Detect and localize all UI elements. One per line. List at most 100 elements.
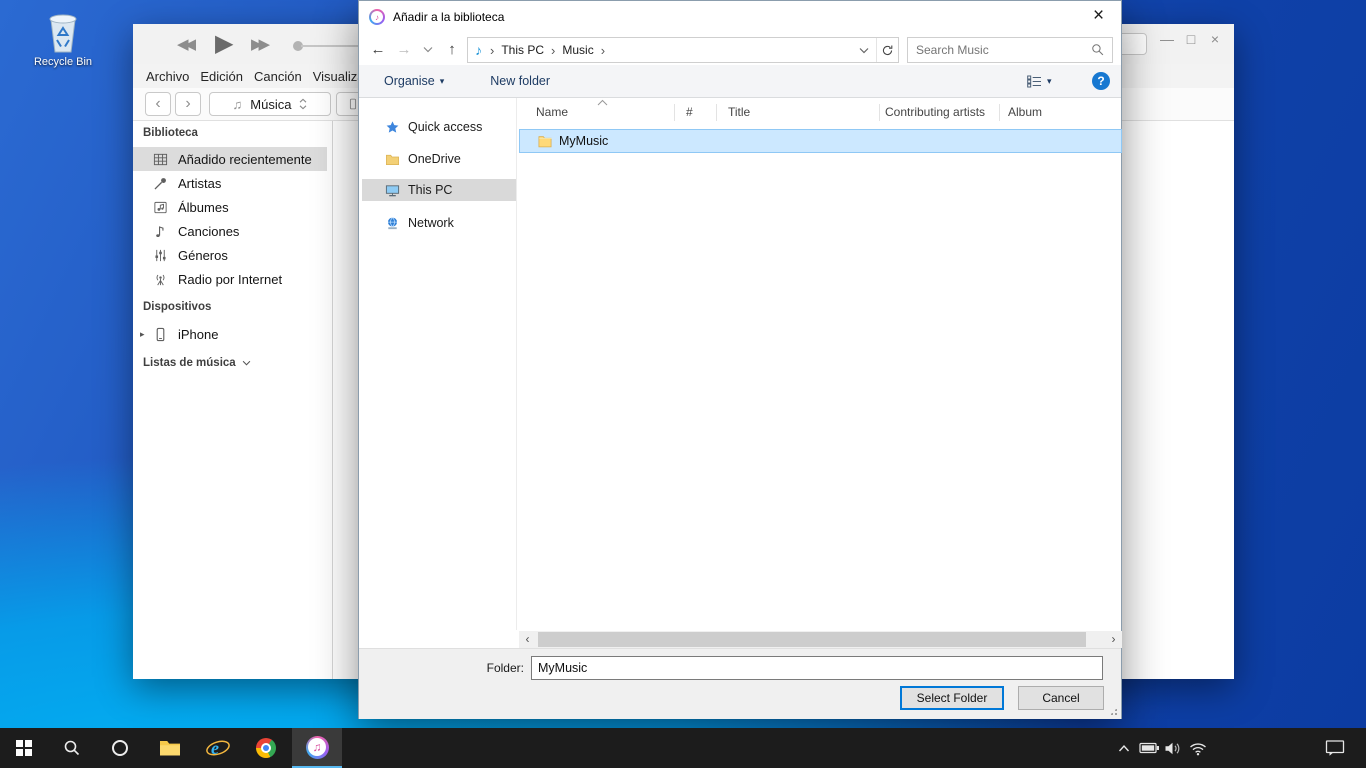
music-note-icon: ♪ (468, 42, 487, 58)
cancel-button[interactable]: Cancel (1018, 686, 1104, 710)
tray-battery[interactable] (1136, 728, 1162, 768)
dialog-footer: Folder: Select Folder Cancel (359, 648, 1121, 719)
minimize-button[interactable]: — (1155, 27, 1179, 51)
recycle-bin-icon (28, 8, 98, 54)
close-button[interactable]: × (1203, 27, 1227, 51)
previous-track-button[interactable]: ◀◀ (177, 35, 192, 53)
horizontal-scrollbar[interactable]: ‹ › (519, 631, 1122, 648)
file-explorer-button[interactable] (146, 728, 194, 768)
menu-archivo[interactable]: Archivo (146, 69, 189, 84)
nav-pane-onedrive[interactable]: OneDrive (362, 148, 516, 170)
file-row-mymusic[interactable]: MyMusic (519, 129, 1122, 153)
nav-pane-this-pc[interactable]: This PC (362, 179, 516, 201)
maximize-button[interactable]: □ (1179, 27, 1203, 51)
menu-cancion[interactable]: Canción (254, 69, 302, 84)
svg-text:e: e (211, 738, 219, 758)
tray-wifi[interactable] (1184, 728, 1212, 768)
sidebar-item-label: Álbumes (178, 200, 229, 215)
address-dropdown-chevron-icon[interactable] (859, 47, 869, 54)
view-options-button[interactable]: ▾ (1027, 75, 1052, 88)
internet-explorer-icon: e (205, 736, 231, 760)
column-header-album[interactable]: Album (999, 100, 1122, 124)
dialog-close-button[interactable]: × (1076, 1, 1121, 31)
dialog-navigation-bar: ← → ↑ ♪ › This PC › Music › (359, 33, 1121, 65)
playlists-header-label: Listas de música (143, 357, 236, 369)
nav-pane-label: OneDrive (408, 152, 461, 166)
chrome-button[interactable] (242, 728, 290, 768)
itunes-back-button[interactable]: ‹ (145, 92, 171, 116)
sidebar-item-iphone[interactable]: ▸ iPhone (133, 322, 327, 346)
sidebar-item-songs[interactable]: Canciones (133, 219, 327, 243)
pane-separator[interactable] (516, 98, 517, 630)
taskbar-search-button[interactable] (48, 728, 96, 768)
search-icon (63, 739, 81, 757)
organise-dropdown[interactable]: Organise ▾ (384, 74, 444, 88)
tray-volume[interactable] (1160, 728, 1186, 768)
forward-button[interactable]: → (391, 41, 417, 58)
scrollbar-thumb[interactable] (538, 632, 1086, 647)
media-picker-dropdown[interactable]: ♫ Música (209, 92, 331, 116)
column-separator[interactable] (999, 104, 1000, 121)
new-folder-button[interactable]: New folder (490, 74, 550, 88)
help-button[interactable]: ? (1092, 72, 1110, 90)
onedrive-folder-icon (385, 152, 400, 167)
up-button[interactable]: ↑ (439, 41, 465, 58)
search-icon[interactable] (1091, 43, 1105, 57)
address-bar[interactable]: ♪ › This PC › Music › (467, 37, 899, 63)
sidebar-item-label: Canciones (178, 224, 239, 239)
search-input[interactable] (908, 43, 1091, 57)
itunes-taskbar-button[interactable]: ♫ (292, 728, 342, 768)
column-separator[interactable] (674, 104, 675, 121)
dialog-titlebar[interactable]: ♪ Añadir a la biblioteca (359, 1, 1121, 33)
internet-explorer-button[interactable]: e (194, 728, 242, 768)
breadcrumb-this-pc[interactable]: This PC (497, 43, 548, 57)
column-header-number[interactable]: # (674, 100, 716, 124)
itunes-forward-button[interactable]: › (175, 92, 201, 116)
up-down-chevron-icon (299, 98, 307, 110)
playlists-section-header[interactable]: Listas de música (143, 357, 251, 369)
next-track-button[interactable]: ▶▶ (251, 35, 266, 53)
album-icon (153, 200, 168, 215)
action-center-button[interactable] (1320, 728, 1350, 768)
sidebar-item-label: iPhone (178, 327, 218, 342)
sidebar-item-albums[interactable]: Álbumes (133, 195, 327, 219)
expand-arrow-icon[interactable]: ▸ (140, 329, 145, 340)
resize-grip[interactable] (1109, 707, 1118, 716)
folder-name-input[interactable] (531, 656, 1103, 680)
column-header-name[interactable]: Name (519, 100, 674, 124)
breadcrumb-separator: › (548, 43, 558, 58)
recycle-bin-desktop-icon[interactable]: Recycle Bin (28, 8, 98, 68)
media-picker-label: Música (250, 97, 291, 112)
play-button[interactable]: ▶ (215, 29, 233, 58)
cortana-button[interactable] (96, 728, 144, 768)
nav-pane-quick-access[interactable]: Quick access (362, 116, 516, 138)
scroll-right-arrow[interactable]: › (1105, 631, 1122, 648)
action-center-icon (1325, 739, 1345, 757)
select-folder-button[interactable]: Select Folder (900, 686, 1004, 710)
desktop: Recycle Bin ◀◀ ▶ ▶▶ — □ × Archivo Edició… (0, 0, 1366, 768)
dialog-command-bar: Organise ▾ New folder ▾ ? (359, 65, 1121, 98)
network-globe-icon (385, 216, 400, 231)
folder-label: Folder: (439, 661, 524, 675)
organise-label: Organise (384, 74, 435, 88)
menu-edicion[interactable]: Edición (200, 69, 243, 84)
refresh-button[interactable] (876, 38, 898, 62)
sidebar-item-genres[interactable]: Géneros (133, 243, 327, 267)
tray-show-hidden-icons[interactable] (1112, 728, 1136, 768)
search-box[interactable] (907, 37, 1113, 63)
back-button[interactable]: ← (365, 41, 391, 58)
breadcrumb-music[interactable]: Music (558, 43, 597, 57)
column-separator[interactable] (879, 104, 880, 121)
column-header-title[interactable]: Title (716, 100, 879, 124)
column-header-contributing-artists[interactable]: Contributing artists (879, 100, 999, 124)
start-button[interactable] (0, 728, 48, 768)
recent-locations-chevron-icon[interactable] (423, 46, 433, 53)
column-label: Contributing artists (885, 105, 985, 119)
scroll-left-arrow[interactable]: ‹ (519, 631, 536, 648)
column-label: Title (728, 105, 750, 119)
sidebar-item-internet-radio[interactable]: Radio por Internet (133, 267, 327, 291)
sidebar-item-artists[interactable]: Artistas (133, 171, 327, 195)
column-separator[interactable] (716, 104, 717, 121)
nav-pane-network[interactable]: Network (362, 212, 516, 234)
sidebar-item-recently-added[interactable]: Añadido recientemente (133, 147, 327, 171)
